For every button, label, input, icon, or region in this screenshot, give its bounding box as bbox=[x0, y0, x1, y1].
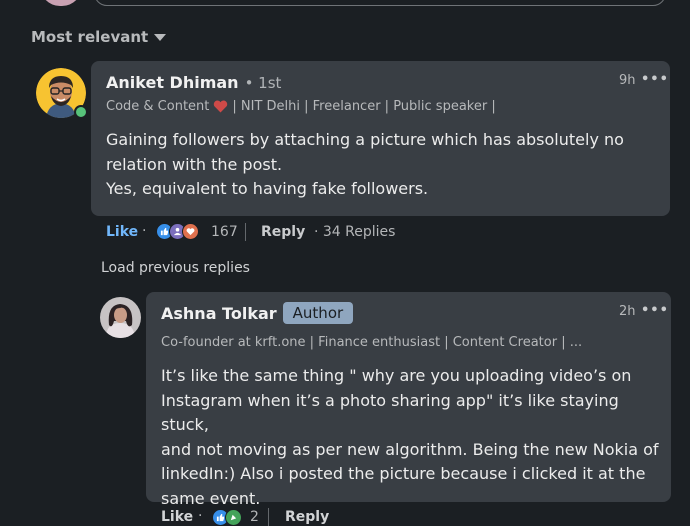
comment-input[interactable] bbox=[94, 0, 666, 6]
caret-down-icon bbox=[154, 33, 167, 41]
comment-author-name[interactable]: Aniket Dhiman bbox=[106, 73, 239, 92]
reaction-count[interactable]: 167 bbox=[211, 224, 238, 240]
reply-author-headline: Co-founder at krft.one | Finance enthusi… bbox=[161, 335, 583, 350]
comment-time: 9h bbox=[619, 73, 636, 88]
reply-author-name[interactable]: Ashna Tolkar bbox=[161, 304, 277, 323]
more-options-icon[interactable]: ••• bbox=[641, 303, 669, 318]
action-separator-dot: · bbox=[142, 223, 147, 239]
reaction-icons[interactable] bbox=[212, 509, 242, 526]
avatar-ashna-photo bbox=[100, 297, 141, 338]
connection-degree: • 1st bbox=[244, 74, 282, 92]
replies-count[interactable]: · 34 Replies bbox=[314, 224, 395, 240]
commenter-avatar[interactable] bbox=[40, 0, 82, 6]
reply-button[interactable]: Reply bbox=[285, 509, 329, 525]
like-button[interactable]: Like bbox=[161, 509, 193, 525]
author-badge: Author bbox=[282, 302, 354, 324]
love-reaction-icon bbox=[182, 223, 199, 240]
reply-text-line: linkedIn:) Also i posted the picture bec… bbox=[161, 464, 646, 483]
avatar-ashna[interactable] bbox=[100, 297, 141, 338]
headline-part-1: Code & Content bbox=[106, 99, 210, 114]
load-previous-replies[interactable]: Load previous replies bbox=[101, 260, 250, 276]
comment-text: Gaining followers by attaching a picture… bbox=[106, 128, 666, 202]
reply-text-line: same event. bbox=[161, 488, 261, 508]
more-options-icon[interactable]: ••• bbox=[641, 72, 669, 87]
reply-text-line: Instagram when it’s a photo sharing app"… bbox=[161, 390, 619, 435]
like-button[interactable]: Like bbox=[106, 224, 138, 240]
reply-text: It’s like the same thing " why are you u… bbox=[161, 364, 661, 511]
reply-button[interactable]: Reply bbox=[261, 224, 305, 240]
comment-text-line: Yes, equivalent to having fake followers… bbox=[106, 179, 429, 198]
comment-text-line: Gaining followers by attaching a picture… bbox=[106, 130, 624, 149]
celebrate-reaction-icon bbox=[225, 509, 242, 526]
comment-text-line: relation with the post. bbox=[106, 154, 283, 174]
comment-author-headline: Code & Content | NIT Delhi | Freelancer … bbox=[106, 99, 496, 114]
action-divider bbox=[245, 223, 246, 241]
reply-time: 2h bbox=[619, 304, 636, 319]
sort-dropdown[interactable]: Most relevant bbox=[31, 28, 167, 46]
action-divider bbox=[268, 508, 269, 526]
reply-text-line: It’s like the same thing " why are you u… bbox=[161, 366, 632, 385]
reaction-count[interactable]: 2 bbox=[250, 509, 259, 525]
heart-icon bbox=[214, 100, 228, 113]
headline-part-2: | NIT Delhi | Freelancer | Public speake… bbox=[232, 99, 496, 114]
action-separator-dot: · bbox=[198, 508, 203, 524]
reply-text-line: and not moving as per new algorithm. Bei… bbox=[161, 439, 659, 459]
sort-label: Most relevant bbox=[31, 28, 149, 46]
reaction-icons[interactable] bbox=[156, 223, 199, 240]
online-status-icon bbox=[74, 105, 88, 119]
